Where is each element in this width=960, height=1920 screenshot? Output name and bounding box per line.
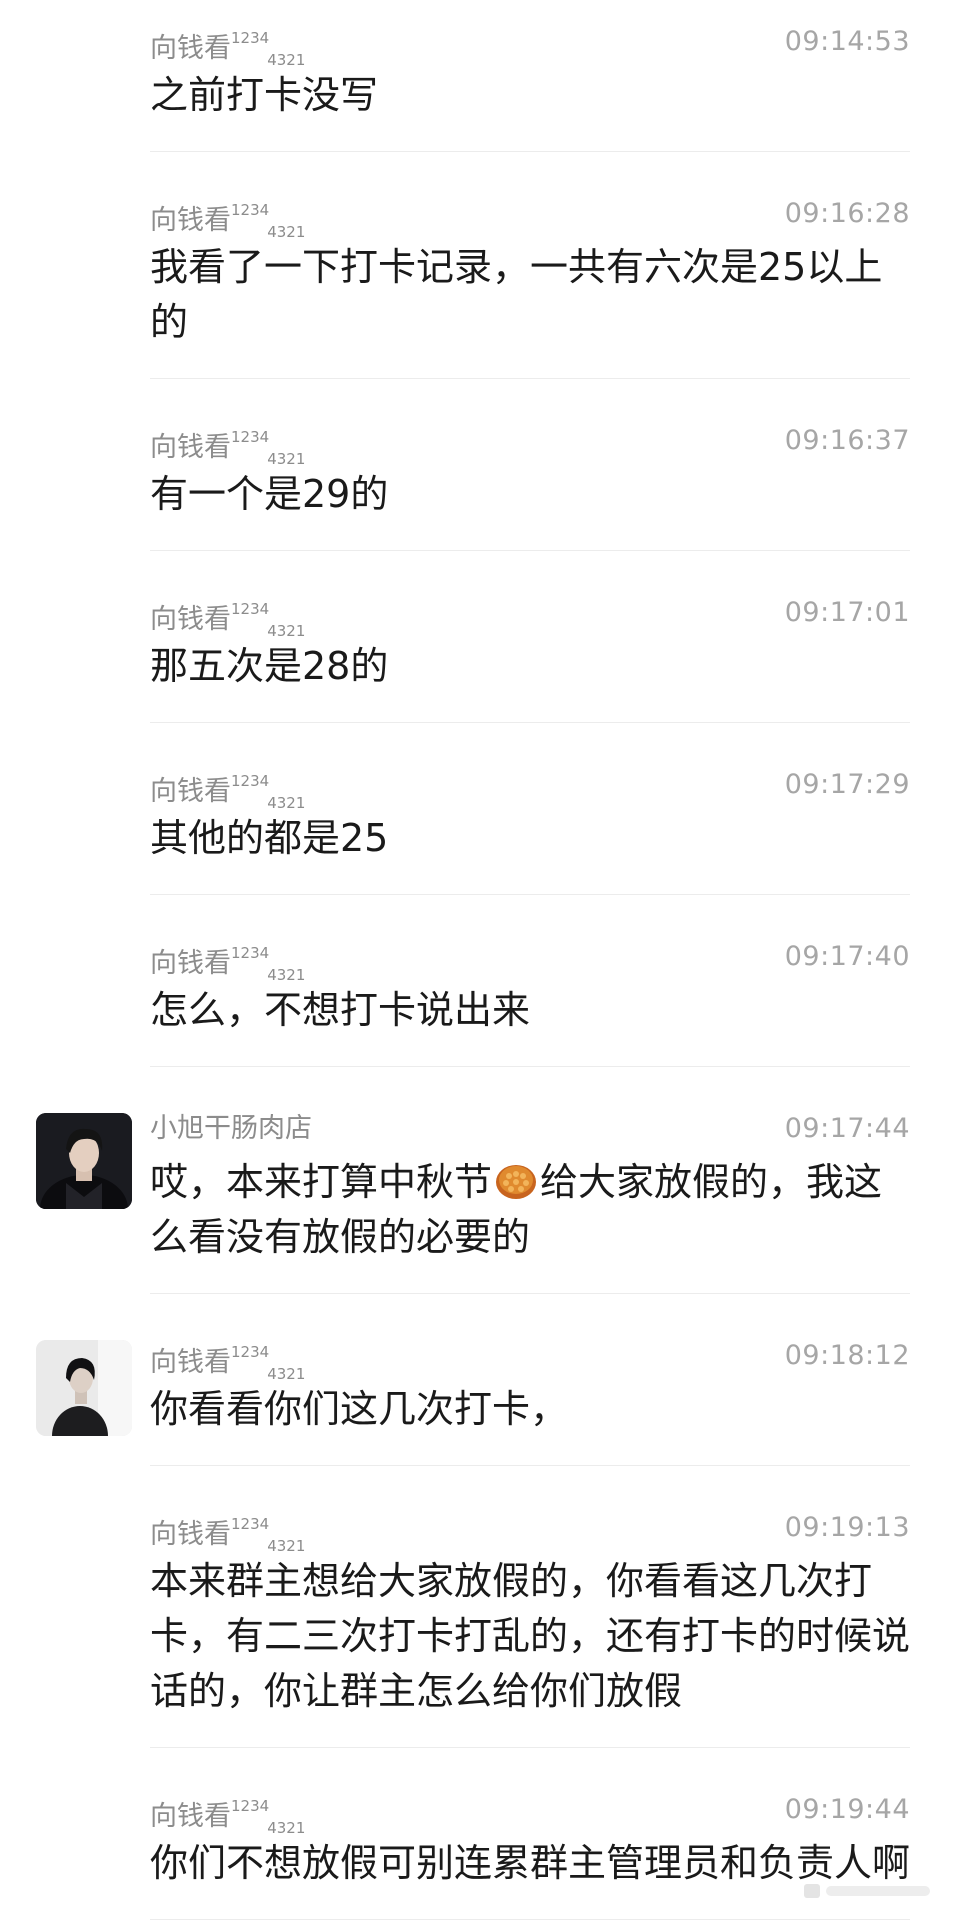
sender-sub: 4321: [267, 794, 306, 813]
user-avatar-icon: [36, 1340, 132, 1436]
mooncake-icon: [496, 1165, 537, 1199]
sender-name[interactable]: 向钱看12344321: [150, 1336, 305, 1392]
sender-name[interactable]: 向钱看12344321: [150, 421, 305, 477]
message-text: 本来群主想给大家放假的，你看看这几次打卡，有二三次打卡打乱的，还有打卡的时候说话…: [150, 1559, 911, 1713]
sender-sub: 4321: [267, 51, 306, 70]
message-header: 向钱看12344321 09:17:40: [150, 937, 910, 984]
avatar[interactable]: [36, 1113, 132, 1209]
sender-name[interactable]: 向钱看12344321: [150, 1508, 305, 1564]
sender-name[interactable]: 向钱看12344321: [150, 194, 305, 250]
sender-sub: 4321: [267, 450, 306, 469]
watermark-icon: [804, 1884, 930, 1898]
sender-name[interactable]: 向钱看12344321: [150, 22, 305, 78]
message-text-part: 哎，本来打算中秋节: [150, 1160, 493, 1204]
sender-sub: 4321: [267, 966, 306, 985]
sender-name[interactable]: 向钱看12344321: [150, 593, 305, 649]
user-avatar-icon: [36, 1113, 132, 1209]
sender-sub: 4321: [267, 1365, 306, 1384]
message-text: 哎，本来打算中秋节 给大家放假的，我这么看没有放假的必要的: [150, 1155, 910, 1265]
sender-name[interactable]: 小旭干肠肉店: [150, 1109, 312, 1149]
message-time: 09:16:37: [784, 425, 910, 456]
message-header: 向钱看12344321 09:16:37: [150, 421, 910, 468]
message-text: 我看了一下打卡记录，一共有六次是25以上的: [150, 245, 883, 344]
sender-name[interactable]: 向钱看12344321: [150, 937, 305, 993]
message-item[interactable]: 向钱看12344321 09:18:12 你看看你们这几次打卡，: [36, 1294, 910, 1466]
sender-sup: 1234: [231, 201, 270, 219]
sender-sub: 4321: [267, 223, 306, 242]
sender-sup: 1234: [231, 1515, 270, 1533]
message-header: 向钱看12344321 09:17:29: [150, 765, 910, 812]
chat-message-list: 向钱看12344321 09:14:53 之前打卡没写 向钱看12344321 …: [0, 0, 960, 1920]
message-item[interactable]: 向钱看12344321 09:19:13 本来群主想给大家放假的，你看看这几次打…: [150, 1466, 910, 1748]
sender-sup: 1234: [231, 428, 270, 446]
message-item[interactable]: 向钱看12344321 09:19:44 你们不想放假可别连累群主管理员和负责人…: [150, 1748, 910, 1920]
avatar[interactable]: [36, 1340, 132, 1436]
message-header: 向钱看12344321 09:19:44: [150, 1790, 910, 1837]
message-header: 向钱看12344321 09:18:12: [150, 1336, 910, 1383]
message-time: 09:16:28: [784, 198, 910, 229]
message-header: 向钱看12344321 09:16:28: [150, 194, 910, 241]
sender-name[interactable]: 向钱看12344321: [150, 1790, 305, 1846]
message-time: 09:19:13: [784, 1512, 910, 1543]
sender-sup: 1234: [231, 772, 270, 790]
message-time: 09:17:29: [784, 769, 910, 800]
sender-sup: 1234: [231, 1797, 270, 1815]
message-time: 09:17:40: [784, 941, 910, 972]
message-time: 09:17:01: [784, 597, 910, 628]
message-item[interactable]: 向钱看12344321 09:17:01 那五次是28的: [150, 551, 910, 723]
message-time: 09:17:44: [784, 1113, 910, 1144]
sender-sup: 1234: [231, 600, 270, 618]
message-item[interactable]: 向钱看12344321 09:16:28 我看了一下打卡记录，一共有六次是25以…: [150, 152, 910, 379]
sender-sup: 1234: [231, 29, 270, 47]
message-item[interactable]: 小旭干肠肉店 09:17:44 哎，本来打算中秋节 给大家放假的，我这么看没有放…: [36, 1067, 910, 1294]
sender-sub: 4321: [267, 1819, 306, 1838]
sender-sub: 4321: [267, 1537, 306, 1556]
message-item[interactable]: 向钱看12344321 09:17:29 其他的都是25: [150, 723, 910, 895]
message-header: 小旭干肠肉店 09:17:44: [150, 1109, 910, 1149]
message-header: 向钱看12344321 09:17:01: [150, 593, 910, 640]
message-item[interactable]: 向钱看12344321 09:16:37 有一个是29的: [150, 379, 910, 551]
sender-name[interactable]: 向钱看12344321: [150, 765, 305, 821]
message-time: 09:19:44: [784, 1794, 910, 1825]
message-time: 09:14:53: [784, 26, 910, 57]
message-item[interactable]: 向钱看12344321 09:14:53 之前打卡没写: [150, 0, 910, 152]
message-header: 向钱看12344321 09:19:13: [150, 1508, 910, 1555]
message-time: 09:18:12: [784, 1340, 910, 1371]
sender-sup: 1234: [231, 1343, 270, 1361]
sender-sub: 4321: [267, 622, 306, 641]
message-header: 向钱看12344321 09:14:53: [150, 22, 910, 69]
sender-sup: 1234: [231, 944, 270, 962]
message-item[interactable]: 向钱看12344321 09:17:40 怎么，不想打卡说出来: [150, 895, 910, 1067]
